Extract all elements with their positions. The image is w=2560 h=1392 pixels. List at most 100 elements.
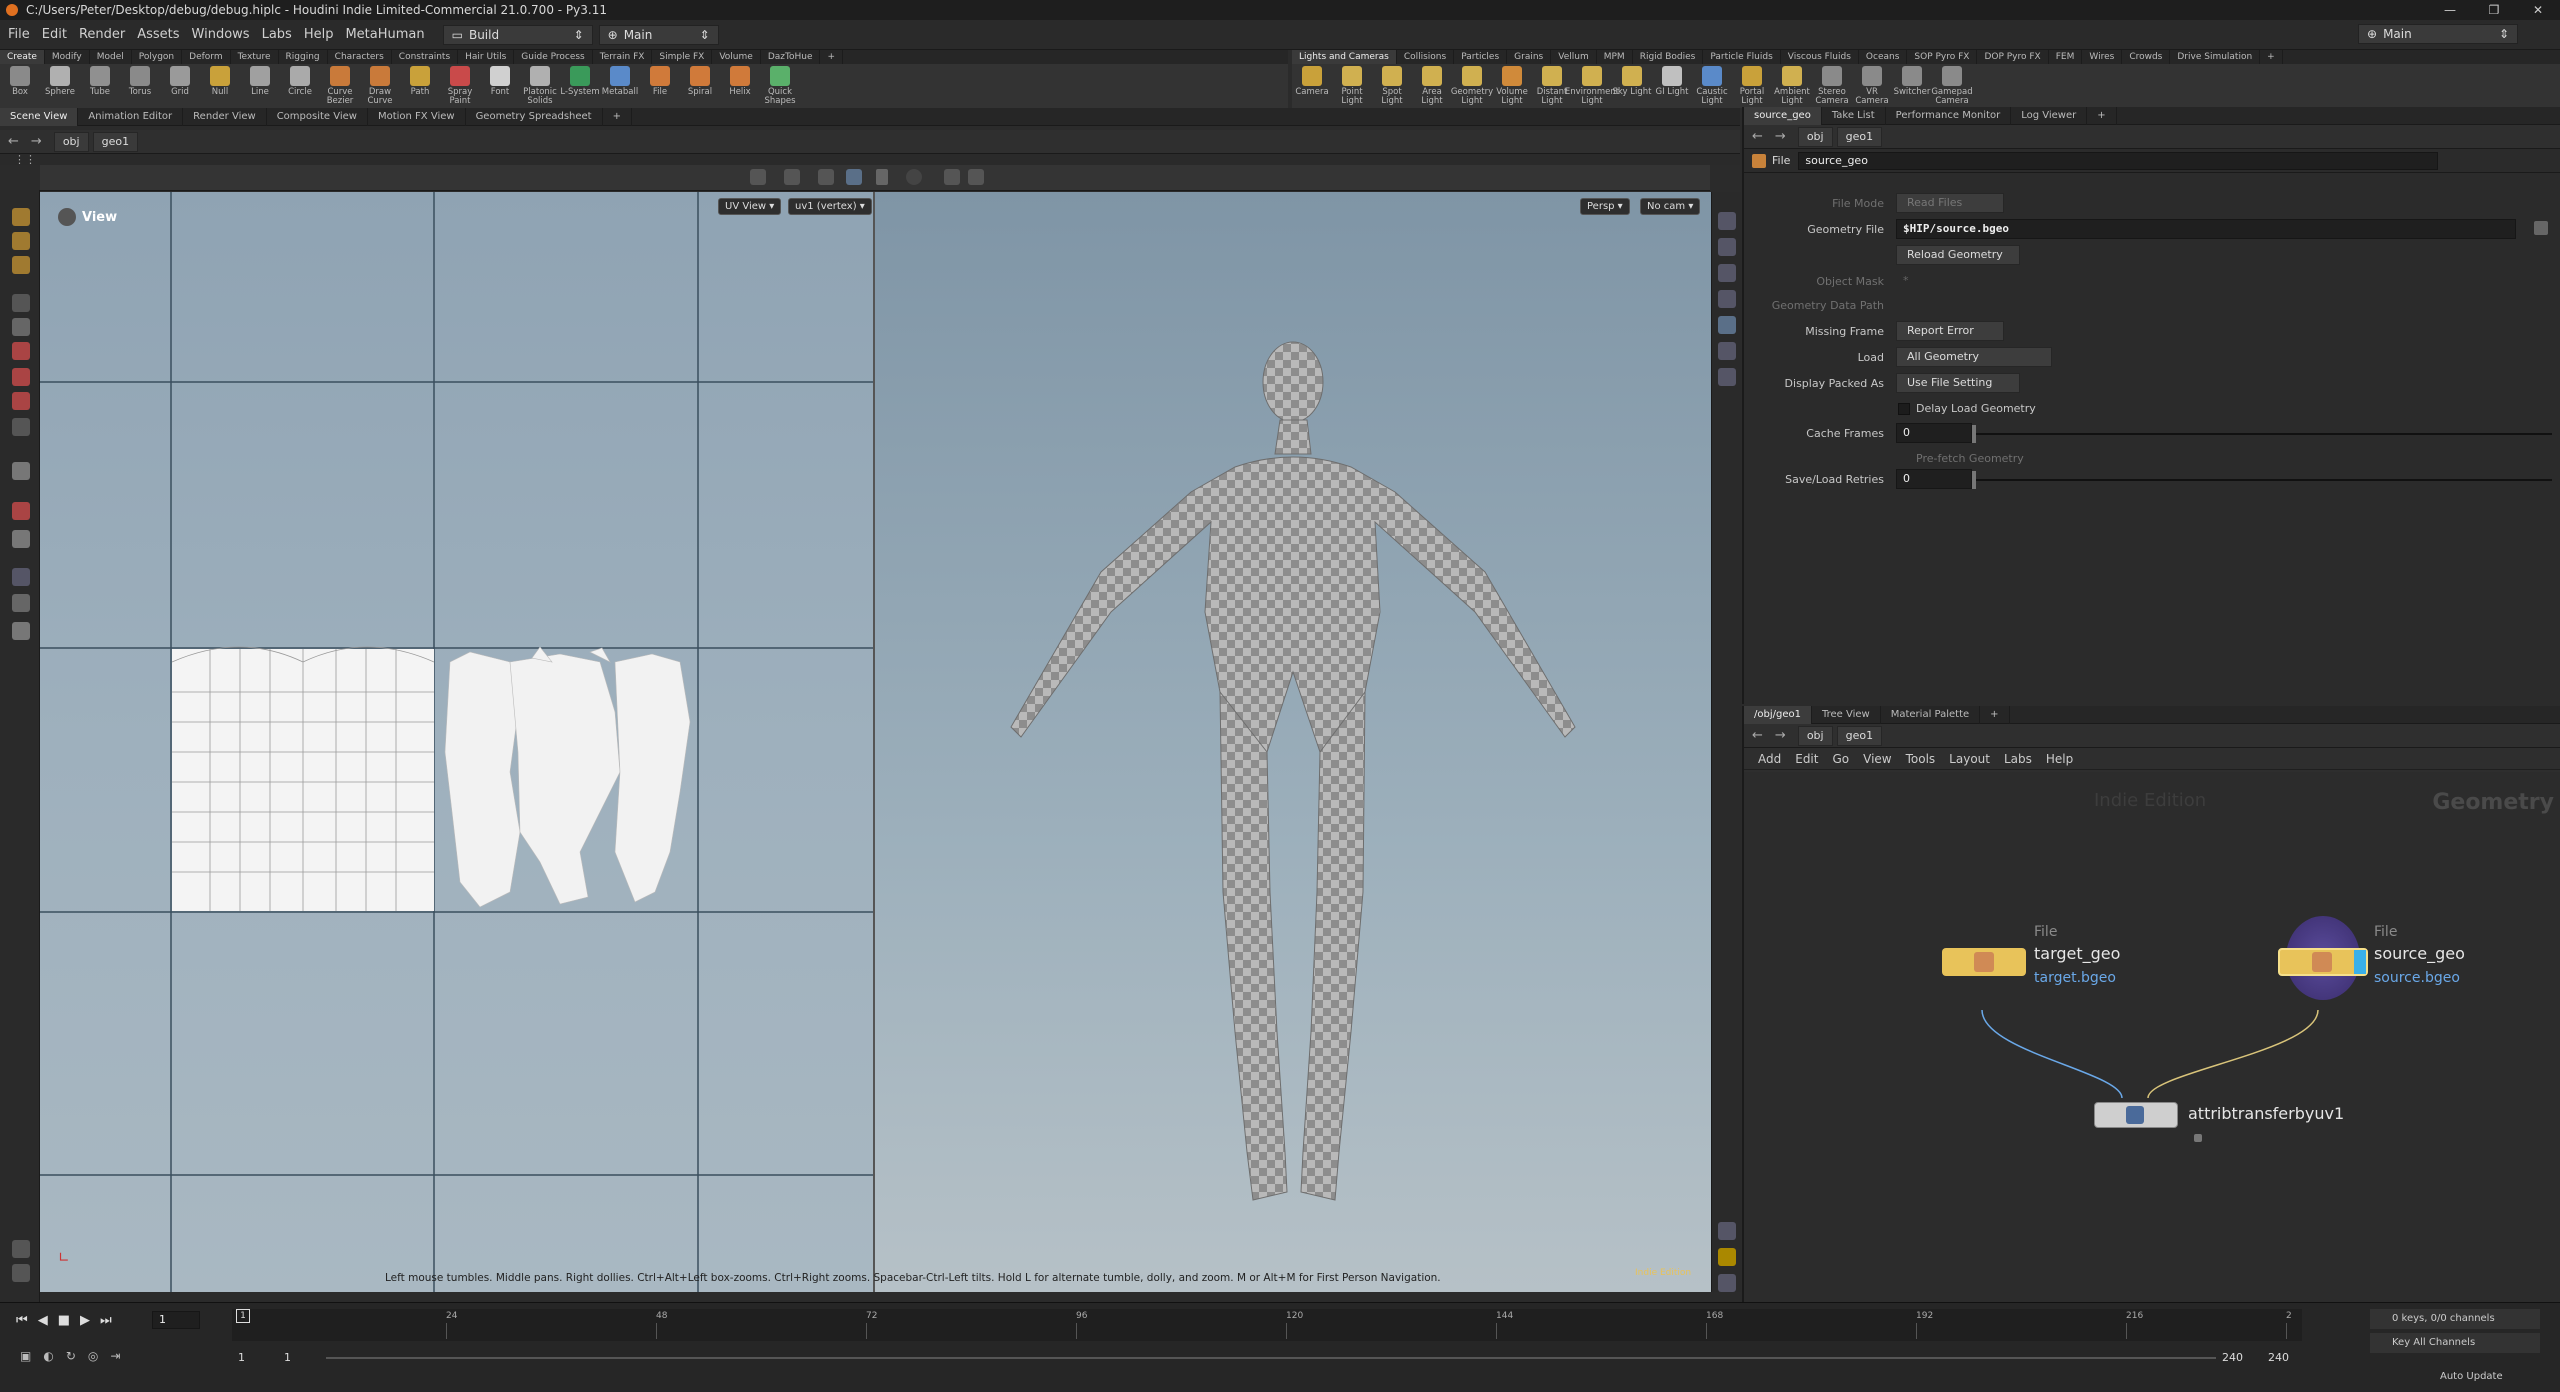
shelf-tab-right-4[interactable]: Vellum xyxy=(1551,50,1597,64)
snapshot-icon[interactable] xyxy=(1718,1274,1736,1292)
shelf-tab-right-10[interactable]: SOP Pyro FX xyxy=(1907,50,1978,64)
view-tool-icon[interactable] xyxy=(12,232,30,250)
shelf-tab-right-1[interactable]: Collisions xyxy=(1397,50,1455,64)
shelf-tool-right-4[interactable]: Geometry Light xyxy=(1451,66,1493,106)
shelf-tool-left-17[interactable]: Spiral xyxy=(680,66,720,97)
handle-tool-icon[interactable] xyxy=(12,256,30,274)
minimize-button[interactable]: — xyxy=(2428,0,2472,20)
range-end-field[interactable]: 240 xyxy=(2222,1351,2243,1364)
scale-icon[interactable] xyxy=(12,392,30,410)
params-tab-3[interactable]: Log Viewer xyxy=(2011,106,2088,125)
shelf-tab-right-16[interactable]: + xyxy=(2260,50,2283,64)
network-menu-labs[interactable]: Labs xyxy=(2004,752,2032,766)
shelf-tool-left-2[interactable]: Tube xyxy=(80,66,120,97)
viewer-tab-6[interactable]: + xyxy=(603,107,632,126)
load-select[interactable]: All Geometry xyxy=(1896,347,2052,367)
params-tab-4[interactable]: + xyxy=(2087,106,2117,125)
shelf-tab-right-5[interactable]: MPM xyxy=(1597,50,1633,64)
path-obj[interactable]: obj xyxy=(1797,725,1833,746)
shelf-tab-left-13[interactable]: Volume xyxy=(712,50,761,64)
uv-viewport[interactable]: View UV View ▾ uv1 (vertex) ▾ ∟ xyxy=(40,192,873,1292)
shelf-tab-left-2[interactable]: Model xyxy=(90,50,132,64)
view-gear-icon[interactable] xyxy=(58,208,76,226)
shelf-tool-right-0[interactable]: Camera xyxy=(1292,66,1332,97)
viewer-tab-3[interactable]: Composite View xyxy=(267,107,368,126)
forward-arrow-icon[interactable]: → xyxy=(1775,728,1786,743)
range-start2-field[interactable]: 1 xyxy=(284,1351,291,1364)
network-menu-add[interactable]: Add xyxy=(1758,752,1781,766)
shelf-tool-left-3[interactable]: Torus xyxy=(120,66,160,97)
network-tab-1[interactable]: Tree View xyxy=(1812,705,1881,724)
shelf-tab-left-12[interactable]: Simple FX xyxy=(652,50,713,64)
shelf-tab-right-3[interactable]: Grains xyxy=(1507,50,1552,64)
maximize-button[interactable]: ❐ xyxy=(2472,0,2516,20)
shelf-tab-left-0[interactable]: Create xyxy=(0,50,45,64)
uv-view-menu[interactable]: UV View ▾ xyxy=(718,198,782,215)
range-end2-field[interactable]: 240 xyxy=(2268,1351,2289,1364)
snap-point-icon[interactable] xyxy=(818,169,834,185)
range-start-field[interactable]: 1 xyxy=(238,1351,245,1364)
shelf-tab-left-9[interactable]: Hair Utils xyxy=(458,50,515,64)
node-name-field[interactable]: source_geo xyxy=(1798,151,2439,170)
shelf-tab-left-11[interactable]: Terrain FX xyxy=(593,50,653,64)
info-icon[interactable] xyxy=(1718,1222,1736,1240)
shelf-tab-right-0[interactable]: Lights and Cameras xyxy=(1292,50,1397,64)
menu-assets[interactable]: Assets xyxy=(137,27,179,42)
cache-frames-field[interactable]: 0 xyxy=(1896,423,1972,443)
play-icon[interactable]: ▶ xyxy=(80,1313,90,1328)
cache-frames-handle[interactable] xyxy=(1972,425,1976,443)
close-button[interactable]: ✕ xyxy=(2516,0,2560,20)
context-select[interactable]: ⊕ Main ⇕ xyxy=(598,24,719,45)
network-menu-layout[interactable]: Layout xyxy=(1949,752,1990,766)
shelf-tab-right-7[interactable]: Particle Fluids xyxy=(1703,50,1781,64)
shelf-tool-right-16[interactable]: Gamepad Camera xyxy=(1931,66,1973,106)
key-all-channels-button[interactable]: Key All Channels xyxy=(2370,1333,2540,1353)
path-obj[interactable]: obj xyxy=(53,131,89,152)
single-view-icon[interactable] xyxy=(876,169,888,185)
step-icon[interactable]: ⇥ xyxy=(110,1349,120,1363)
shelf-tab-right-11[interactable]: DOP Pyro FX xyxy=(1977,50,2049,64)
retries-slider[interactable] xyxy=(1976,479,2552,481)
render-icon[interactable] xyxy=(944,169,960,185)
shelf-tool-right-9[interactable]: GI Light xyxy=(1652,66,1692,97)
grid-menu-icon[interactable]: ⋮⋮ xyxy=(14,153,36,166)
retries-field[interactable]: 0 xyxy=(1896,469,1972,489)
geometry-data-path-field[interactable] xyxy=(1896,295,2556,315)
shelf-tool-right-2[interactable]: Spot Light xyxy=(1372,66,1412,106)
pose-icon[interactable] xyxy=(12,462,30,480)
shelf-tool-right-3[interactable]: Area Light xyxy=(1412,66,1452,106)
shelf-tool-left-4[interactable]: Grid xyxy=(160,66,200,97)
viewer-tab-1[interactable]: Animation Editor xyxy=(78,107,184,126)
network-menu-go[interactable]: Go xyxy=(1832,752,1849,766)
uv-attribute-menu[interactable]: uv1 (vertex) ▾ xyxy=(788,198,872,215)
shelf-tool-right-10[interactable]: Caustic Light xyxy=(1692,66,1732,106)
magnet-icon[interactable] xyxy=(12,502,30,520)
audio-icon[interactable]: ◐ xyxy=(43,1349,53,1363)
shelf-tab-right-9[interactable]: Oceans xyxy=(1859,50,1908,64)
shelf-tool-left-15[interactable]: Metaball xyxy=(600,66,640,97)
shelf-tab-right-14[interactable]: Crowds xyxy=(2122,50,2171,64)
rotate-icon[interactable] xyxy=(12,368,30,386)
pointer-icon[interactable] xyxy=(12,294,30,312)
brush-icon[interactable] xyxy=(12,1240,30,1258)
shelf-tool-left-8[interactable]: Curve Bezier xyxy=(320,66,360,106)
shelf-tool-right-1[interactable]: Point Light xyxy=(1332,66,1372,106)
menu-windows[interactable]: Windows xyxy=(192,27,250,42)
forward-arrow-icon[interactable]: → xyxy=(1775,129,1786,144)
lock-camera-icon[interactable] xyxy=(1718,238,1736,256)
shelf-tool-left-18[interactable]: Helix xyxy=(720,66,760,97)
perspective-menu[interactable]: Persp ▾ xyxy=(1580,198,1630,215)
current-frame-field[interactable]: 1 xyxy=(152,1311,200,1329)
attribtransfer-name[interactable]: attribtransferbyuv1 xyxy=(2188,1104,2344,1123)
cache-frames-slider[interactable] xyxy=(1976,433,2552,435)
light-icon[interactable] xyxy=(12,594,30,612)
camera-orbit-icon[interactable] xyxy=(12,568,30,586)
shelf-tab-right-8[interactable]: Viscous Fluids xyxy=(1781,50,1859,64)
shelf-tool-right-11[interactable]: Portal Light xyxy=(1732,66,1772,106)
shelf-tab-right-15[interactable]: Drive Simulation xyxy=(2170,50,2261,64)
path-geo1[interactable]: geo1 xyxy=(1836,126,1883,147)
network-tab-3[interactable]: + xyxy=(1980,705,2010,724)
shading-icon[interactable] xyxy=(1718,342,1736,360)
shelf-tool-left-7[interactable]: Circle xyxy=(280,66,320,97)
menu-edit[interactable]: Edit xyxy=(42,27,67,42)
